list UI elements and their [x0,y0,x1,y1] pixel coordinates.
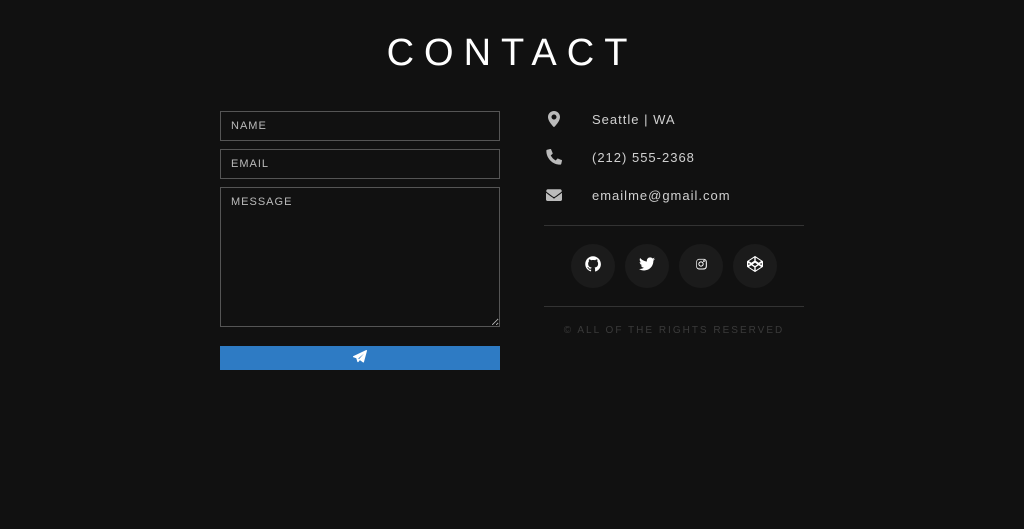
instagram-link[interactable] [679,244,723,288]
email-field[interactable] [220,149,500,179]
phone-icon [544,149,564,165]
instagram-icon [693,256,709,277]
contact-info: Seattle | WA (212) 555-2368 emailme@gmai… [544,111,804,370]
twitter-icon [639,256,655,277]
location-row: Seattle | WA [544,111,804,127]
paper-plane-icon [353,350,367,367]
contact-form [220,111,500,370]
send-button[interactable] [220,346,500,370]
page-title: CONTACT [0,0,1024,93]
email-row: emailme@gmail.com [544,187,804,203]
map-pin-icon [544,111,564,127]
name-field[interactable] [220,111,500,141]
phone-text: (212) 555-2368 [592,150,695,165]
email-text: emailme@gmail.com [592,188,731,203]
social-links [544,244,804,288]
copyright-text: © ALL OF THE RIGHTS RESERVED [544,325,804,336]
message-field[interactable] [220,187,500,327]
divider [544,306,804,307]
codepen-link[interactable] [733,244,777,288]
phone-row: (212) 555-2368 [544,149,804,165]
codepen-icon [747,256,763,277]
twitter-link[interactable] [625,244,669,288]
github-link[interactable] [571,244,615,288]
location-text: Seattle | WA [592,112,676,127]
github-icon [585,256,601,277]
envelope-icon [544,187,564,203]
divider [544,225,804,226]
